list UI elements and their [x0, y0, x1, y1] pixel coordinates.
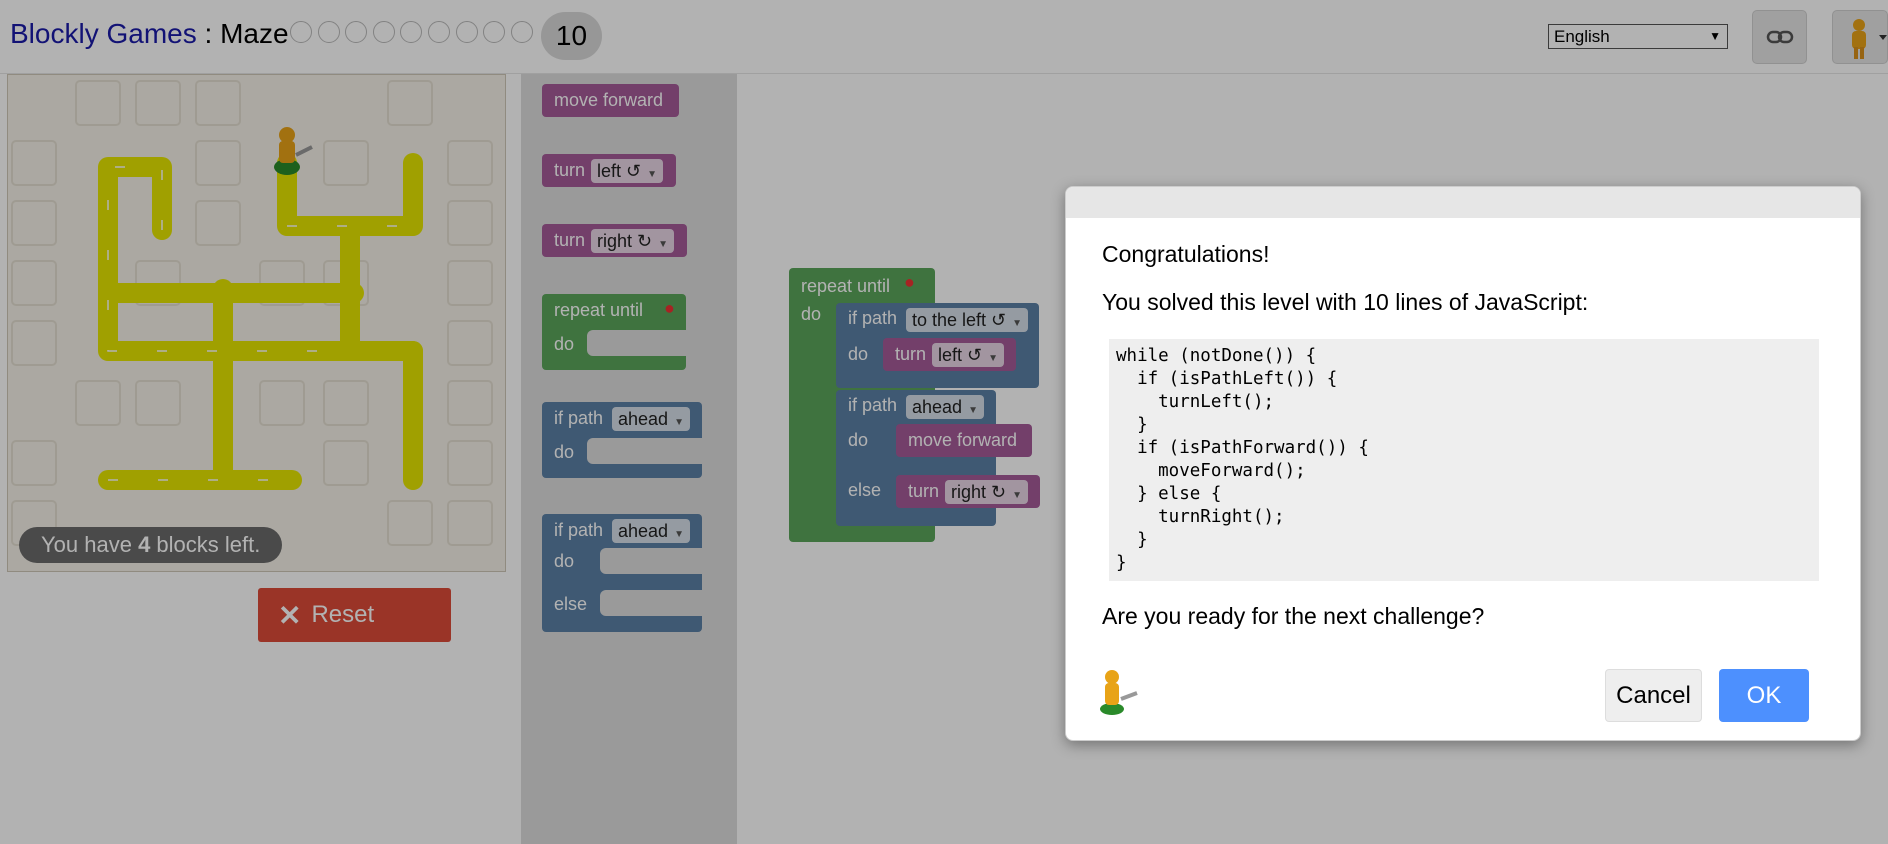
code-line: turnLeft();: [1116, 392, 1275, 412]
ok-button[interactable]: OK: [1719, 669, 1809, 722]
code-line: } else {: [1116, 484, 1222, 504]
code-line: if (isPathForward()) {: [1116, 438, 1369, 458]
code-line: moveForward();: [1116, 461, 1306, 481]
congrats-heading: Congratulations!: [1102, 241, 1270, 267]
dialog-titlebar[interactable]: [1066, 187, 1860, 218]
code-listing: while (notDone()) { if (isPathLeft()) { …: [1109, 339, 1819, 581]
congratulations-dialog: Congratulations! You solved this level w…: [1065, 186, 1861, 741]
cancel-button[interactable]: Cancel: [1605, 669, 1702, 722]
next-challenge-question: Are you ready for the next challenge?: [1102, 603, 1485, 629]
code-line: if (isPathLeft()) {: [1116, 369, 1338, 389]
pegman-icon: [1100, 670, 1138, 715]
code-line: }: [1116, 530, 1148, 550]
code-line: while (notDone()) {: [1116, 346, 1317, 366]
solved-message: You solved this level with 10 lines of J…: [1102, 289, 1589, 315]
code-line: turnRight();: [1116, 507, 1285, 527]
code-line: }: [1116, 553, 1127, 573]
code-line: }: [1116, 415, 1148, 435]
